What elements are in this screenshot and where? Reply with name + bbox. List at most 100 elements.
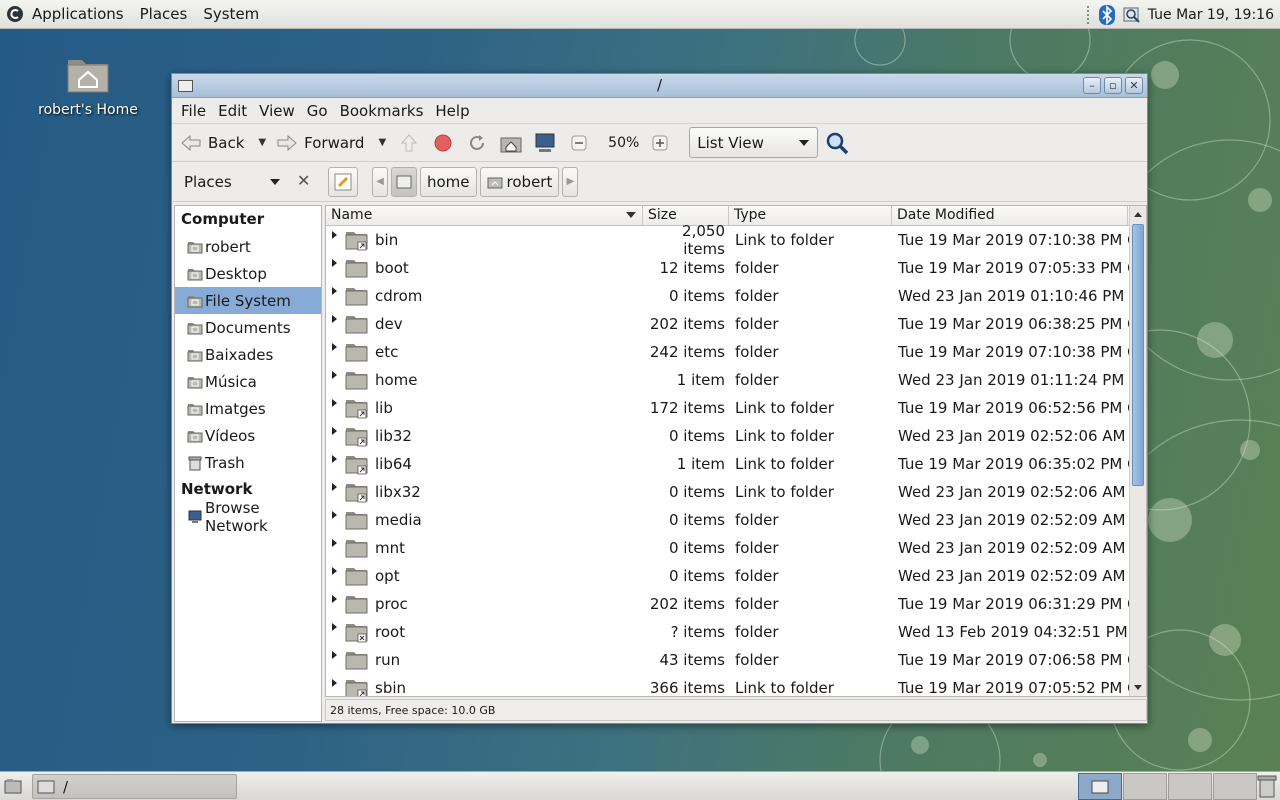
expander-triangle-icon[interactable] — [332, 371, 337, 379]
sidebar-item-file-system[interactable]: File System — [175, 287, 321, 314]
expander-triangle-icon[interactable] — [332, 259, 337, 267]
file-row[interactable]: lib32 0 items Link to folder Wed 23 Jan 201… — [326, 422, 1146, 450]
expander-triangle-icon[interactable] — [332, 623, 337, 631]
taskbar-window-button[interactable]: / — [32, 774, 237, 799]
trash-icon[interactable] — [1256, 774, 1278, 798]
sidebar-item-desktop[interactable]: Desktop — [175, 260, 321, 287]
path-robert-button[interactable]: robert — [479, 166, 560, 197]
window-titlebar[interactable]: / – ▫ ✕ — [172, 74, 1147, 98]
home-button[interactable] — [498, 130, 524, 156]
maximize-button[interactable]: ▫ — [1104, 77, 1122, 94]
sidebar-item-robert[interactable]: robert — [175, 233, 321, 260]
stop-button[interactable] — [430, 130, 456, 156]
expander-triangle-icon[interactable] — [332, 287, 337, 295]
system-menu[interactable]: System — [195, 0, 267, 29]
file-row[interactable]: home 1 item folder Wed 23 Jan 2019 01:11:24… — [326, 366, 1146, 394]
workspace-2[interactable] — [1123, 773, 1167, 800]
file-row[interactable]: lib 172 items Link to folder Tue 19 Mar 201… — [326, 394, 1146, 422]
forward-button[interactable]: Forward — [276, 134, 364, 152]
scroll-down-icon[interactable] — [1134, 685, 1142, 690]
file-row[interactable]: proc 202 items folder Tue 19 Mar 2019 06:31… — [326, 590, 1146, 618]
debian-logo-icon[interactable] — [6, 5, 24, 23]
view-mode-select[interactable]: List View — [689, 127, 819, 158]
file-row[interactable]: root ? items folder Wed 13 Feb 2019 04:32:5… — [326, 618, 1146, 646]
workspace-3[interactable] — [1168, 773, 1212, 800]
menu-file[interactable]: File — [175, 102, 212, 120]
sidebar-item-v-deos[interactable]: Vídeos — [175, 422, 321, 449]
zoom-out-button[interactable] — [566, 130, 592, 156]
filesystem-icon — [187, 295, 203, 307]
sidebar-item-m-sica[interactable]: Música — [175, 368, 321, 395]
expander-triangle-icon[interactable] — [332, 539, 337, 547]
computer-button[interactable] — [532, 130, 558, 156]
expander-triangle-icon[interactable] — [332, 427, 337, 435]
back-button[interactable]: Back — [180, 134, 244, 152]
path-home-button[interactable]: home — [420, 166, 477, 197]
clock[interactable]: Tue Mar 19, 19:16 — [1148, 7, 1274, 23]
expander-triangle-icon[interactable] — [332, 231, 337, 239]
places-selector[interactable]: Places ✕ — [172, 162, 322, 202]
expander-triangle-icon[interactable] — [332, 399, 337, 407]
column-size-header[interactable]: Size — [643, 206, 729, 225]
expander-triangle-icon[interactable] — [332, 679, 337, 687]
menu-edit[interactable]: Edit — [212, 102, 253, 120]
applications-menu[interactable]: Applications — [24, 0, 132, 29]
reload-button[interactable] — [464, 130, 490, 156]
file-row[interactable]: lib64 1 item Link to folder Tue 19 Mar 2019… — [326, 450, 1146, 478]
workspace-4[interactable] — [1213, 773, 1257, 800]
toggle-location-entry-button[interactable] — [328, 166, 358, 197]
expander-triangle-icon[interactable] — [332, 595, 337, 603]
file-row[interactable]: cdrom 0 items folder Wed 23 Jan 2019 01:10:… — [326, 282, 1146, 310]
column-type-header[interactable]: Type — [729, 206, 892, 225]
expander-triangle-icon[interactable] — [332, 455, 337, 463]
file-row[interactable]: dev 202 items folder Tue 19 Mar 2019 06:38:… — [326, 310, 1146, 338]
file-row[interactable]: mnt 0 items folder Wed 23 Jan 2019 02:52:09… — [326, 534, 1146, 562]
menu-bookmarks[interactable]: Bookmarks — [334, 102, 430, 120]
path-scroll-right-button[interactable]: ▶ — [562, 166, 579, 197]
vertical-scrollbar[interactable] — [1129, 206, 1146, 696]
expander-triangle-icon[interactable] — [332, 511, 337, 519]
menu-help[interactable]: Help — [429, 102, 475, 120]
path-root-button[interactable] — [391, 166, 417, 197]
file-row[interactable]: sbin 366 items Link to folder Tue 19 Mar 20… — [326, 674, 1146, 696]
sidebar-item-documents[interactable]: Documents — [175, 314, 321, 341]
search-button[interactable] — [824, 130, 850, 156]
expander-triangle-icon[interactable] — [332, 651, 337, 659]
path-scroll-left-button[interactable]: ◀ — [372, 166, 388, 197]
sidebar-item-browse-network[interactable]: Browse Network — [175, 499, 321, 535]
column-name-header[interactable]: Name — [326, 206, 643, 225]
sidebar-item-baixades[interactable]: Baixades — [175, 341, 321, 368]
file-row[interactable]: boot 12 items folder Tue 19 Mar 2019 07:05:… — [326, 254, 1146, 282]
zoom-in-button[interactable] — [647, 130, 673, 156]
bluetooth-icon[interactable] — [1098, 4, 1116, 26]
column-date-header[interactable]: Date Modified — [892, 206, 1128, 225]
home-desktop-icon[interactable]: robert's Home — [36, 52, 140, 118]
expander-triangle-icon[interactable] — [332, 483, 337, 491]
expander-triangle-icon[interactable] — [332, 343, 337, 351]
places-menu[interactable]: Places — [132, 0, 196, 29]
scrollbar-thumb[interactable] — [1132, 224, 1144, 486]
show-desktop-icon[interactable] — [4, 778, 22, 794]
up-button[interactable] — [396, 130, 422, 156]
menu-go[interactable]: Go — [301, 102, 334, 120]
file-row[interactable]: etc 242 items folder Tue 19 Mar 2019 07:10:… — [326, 338, 1146, 366]
back-history-dropdown[interactable]: ▼ — [250, 137, 270, 148]
file-row[interactable]: run 43 items folder Tue 19 Mar 2019 07:06:5… — [326, 646, 1146, 674]
file-row[interactable]: opt 0 items folder Wed 23 Jan 2019 02:52:09… — [326, 562, 1146, 590]
sidebar-item-imatges[interactable]: Imatges — [175, 395, 321, 422]
file-row[interactable]: libx32 0 items Link to folder Wed 23 Jan 20… — [326, 478, 1146, 506]
close-sidebar-icon[interactable]: ✕ — [297, 171, 310, 190]
expander-triangle-icon[interactable] — [332, 567, 337, 575]
file-row[interactable]: bin 2,050 items Link to folder Tue 19 Mar 2… — [326, 222, 1146, 258]
minimize-button[interactable]: – — [1083, 77, 1101, 94]
close-button[interactable]: ✕ — [1125, 77, 1143, 94]
expander-triangle-icon[interactable] — [332, 315, 337, 323]
file-row[interactable]: media 0 items folder Wed 23 Jan 2019 02:52:… — [326, 506, 1146, 534]
search-tool-icon[interactable] — [1122, 5, 1142, 25]
file-type: Link to folder — [735, 399, 834, 417]
forward-history-dropdown[interactable]: ▼ — [370, 137, 390, 148]
sidebar-item-trash[interactable]: Trash — [175, 449, 321, 476]
workspace-1[interactable] — [1078, 773, 1122, 800]
scroll-up-icon[interactable] — [1134, 212, 1142, 217]
menu-view[interactable]: View — [253, 102, 301, 120]
